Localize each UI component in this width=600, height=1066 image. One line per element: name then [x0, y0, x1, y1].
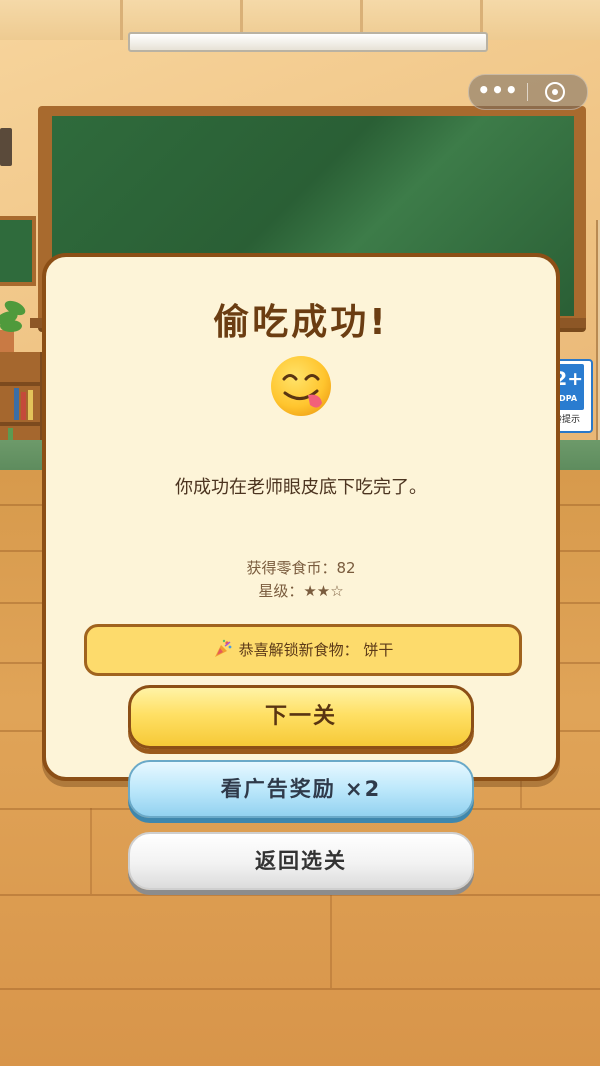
side-door	[596, 220, 600, 460]
yum-face-emoji	[271, 356, 331, 416]
stars-label: 星级：	[258, 582, 304, 600]
reward-line: 获得零食币：82	[46, 557, 556, 579]
miniprogram-capsule: •••	[468, 74, 588, 110]
target-close-icon[interactable]	[545, 82, 565, 102]
back-to-levels-button[interactable]: 返回选关	[128, 832, 474, 890]
unlock-banner: 恭喜解锁新食物： 饼干	[84, 624, 522, 676]
reward-label: 获得零食币：	[246, 559, 337, 577]
capsule-divider	[527, 83, 528, 101]
watch-ad-reward-button[interactable]: 看广告奖励 ×2	[128, 760, 474, 818]
next-level-button[interactable]: 下一关	[128, 685, 474, 749]
plant-leaf	[0, 320, 22, 332]
dialog-title: 偷吃成功!	[213, 302, 389, 343]
unlock-text: 恭喜解锁新食物： 饼干	[238, 641, 394, 659]
result-message: 你成功在老师眼皮底下吃完了。	[175, 477, 427, 498]
ceiling-lamp	[128, 32, 488, 52]
more-dots-icon[interactable]: •••	[469, 75, 527, 109]
party-popper-icon	[214, 639, 232, 657]
wall-speaker	[0, 128, 12, 166]
star-rating: ★★☆	[303, 582, 344, 600]
plant-pot	[0, 330, 14, 354]
small-board	[0, 216, 36, 286]
star-rating-line: 星级：★★☆	[46, 579, 556, 603]
reward-value: 82	[336, 559, 356, 577]
